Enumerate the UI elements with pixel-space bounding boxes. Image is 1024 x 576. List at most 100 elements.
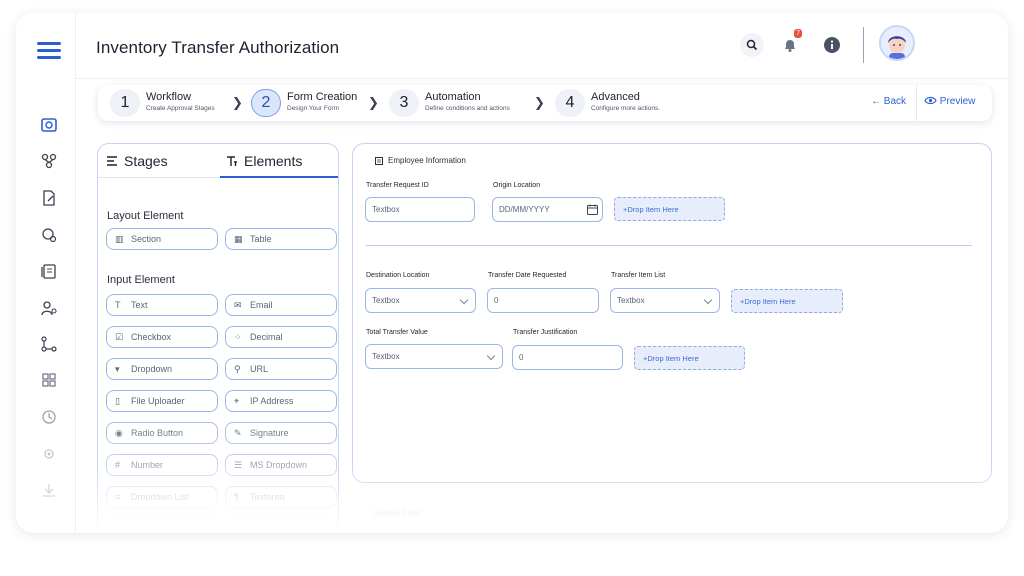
element-checkbox[interactable]: ☑ Checkbox [106, 326, 218, 348]
list-icon: ≡ [115, 492, 121, 502]
gear-icon[interactable] [40, 445, 58, 463]
hierarchy-icon[interactable] [40, 335, 58, 353]
element-radio-button[interactable]: ◉ Radio Button [106, 422, 218, 444]
element-dropdown[interactable]: ▾ Dropdown [106, 358, 218, 380]
drop-zone[interactable]: +Drop Item Here [614, 197, 725, 221]
step-label: Workflow [146, 91, 192, 103]
element-file-uploader[interactable]: ▯ File Uploader [106, 390, 218, 412]
tab-elements[interactable]: Elements [226, 153, 302, 169]
signature-icon: ✎ [234, 428, 242, 438]
element-text[interactable]: T Text [106, 294, 218, 316]
section-title: Employee Information [388, 156, 466, 165]
element-email[interactable]: ✉ Email [225, 294, 337, 316]
form-canvas: Employee Information Transfer Request ID… [352, 143, 992, 483]
transfer-request-id-field[interactable]: Textbox [365, 197, 475, 222]
chevron-right-icon: ❯ [534, 95, 545, 110]
total-transfer-value-label: Total Transfer Value [366, 329, 428, 336]
search-icon [746, 39, 758, 51]
settings-badge-icon[interactable] [40, 226, 58, 244]
elements-panel: Stages Elements Layout Element ▥ Section … [97, 143, 339, 533]
documents-icon[interactable] [40, 262, 58, 280]
stepper-divider [916, 85, 917, 121]
text-elements-icon [227, 156, 237, 166]
transfer-justification-label: Transfer Justification [513, 329, 578, 336]
barcode-icon: ▮ [115, 524, 120, 533]
transfer-date-requested-label: Transfer Date Requested [488, 272, 567, 279]
element-label: File Uploader [131, 396, 185, 406]
total-transfer-value-select[interactable]: Textbox [365, 344, 503, 369]
section-divider [366, 245, 972, 246]
step-label: Form Creation [287, 91, 358, 103]
download-icon[interactable] [40, 481, 58, 499]
next-section-hint: Section Field [374, 509, 421, 518]
table-icon: ▦ [234, 234, 243, 244]
user-settings-icon[interactable] [40, 299, 58, 317]
form-edit-icon[interactable] [40, 189, 58, 207]
page-header: Inventory Transfer Authorization 7 [76, 13, 1008, 79]
transfer-item-list-select[interactable]: Textbox [610, 288, 720, 313]
step-subtitle: Create Approval Stages [146, 105, 215, 112]
text-icon: T [115, 300, 121, 310]
tab-stages[interactable]: Stages [106, 153, 168, 169]
notifications-button[interactable]: 7 [778, 29, 802, 57]
element-table[interactable]: ▦ Table [225, 228, 337, 250]
element-label: Decimal [250, 332, 283, 342]
calendar-icon[interactable] [587, 204, 598, 215]
back-button[interactable]: ← Back [871, 96, 906, 107]
progress-stepper: 1 Workflow Create Approval Stages ❯ 2 Fo… [98, 85, 992, 121]
tab-label: Elements [244, 153, 303, 169]
apps-icon[interactable] [40, 371, 58, 389]
element-textarea[interactable]: ¶ Textarea [225, 486, 337, 508]
element-ms-dropdown[interactable]: ☰ MS Dropdown [225, 454, 337, 476]
element-location[interactable]: ⌂ Location [225, 518, 337, 533]
element-label: Signature [250, 428, 289, 438]
workflow-icon[interactable] [40, 152, 58, 170]
step-number: 1 [110, 89, 140, 117]
element-barcode[interactable]: ▮ Barcode [106, 518, 218, 533]
search-button[interactable] [740, 33, 764, 57]
element-signature[interactable]: ✎ Signature [225, 422, 337, 444]
panel-tabs: Stages Elements [98, 144, 338, 178]
element-label: Section [131, 234, 162, 244]
origin-location-date-field[interactable]: DD/MM/YYYY [492, 197, 603, 222]
step-number: 4 [555, 89, 585, 117]
radio-icon: ◉ [115, 428, 123, 438]
element-label: Dropdown List [131, 492, 189, 502]
drop-zone[interactable]: +Drop Item Here [731, 289, 843, 313]
destination-location-select[interactable]: Textbox [365, 288, 476, 313]
element-number[interactable]: # Number [106, 454, 218, 476]
dropdown-icon: ▾ [115, 364, 120, 374]
element-label: Radio Button [131, 428, 184, 438]
element-decimal[interactable]: ⁘ Decimal [225, 326, 337, 348]
step-number: 2 [251, 89, 281, 117]
chevron-right-icon: ❯ [232, 95, 243, 110]
preview-button[interactable]: Preview [924, 96, 975, 107]
location-icon: ⌂ [234, 524, 240, 533]
element-label: MS Dropdown [250, 460, 308, 470]
menu-icon[interactable] [37, 42, 61, 60]
transfer-date-requested-field[interactable]: 0 [487, 288, 599, 313]
layout-element-heading: Layout Element [107, 210, 184, 222]
element-label: Table [250, 234, 272, 244]
step-subtitle: Configure more actions. [591, 105, 661, 112]
user-avatar[interactable] [879, 25, 915, 61]
transfer-justification-field[interactable]: 0 [512, 345, 623, 370]
origin-location-label: Origin Location [493, 182, 541, 189]
element-label: IP Address [250, 396, 294, 406]
chevron-right-icon: ❯ [368, 95, 379, 110]
checkbox-icon: ☑ [115, 332, 124, 342]
dashboard-icon[interactable] [40, 116, 58, 134]
drop-zone[interactable]: +Drop Item Here [634, 346, 745, 370]
history-icon[interactable] [40, 408, 58, 426]
element-dropdown-list[interactable]: ≡ Dropdown List [106, 486, 218, 508]
element-label: Text [131, 300, 148, 310]
destination-location-label: Destination Location [366, 272, 430, 279]
back-label: Back [883, 96, 907, 107]
element-section[interactable]: ▥ Section [106, 228, 218, 250]
element-ip-address[interactable]: ⌖ IP Address [225, 390, 337, 412]
page-title: Inventory Transfer Authorization [96, 38, 340, 57]
preview-label: Preview [939, 96, 976, 107]
element-label: Textarea [250, 492, 285, 502]
element-url[interactable]: ⚲ URL [225, 358, 337, 380]
info-button[interactable] [820, 33, 844, 57]
